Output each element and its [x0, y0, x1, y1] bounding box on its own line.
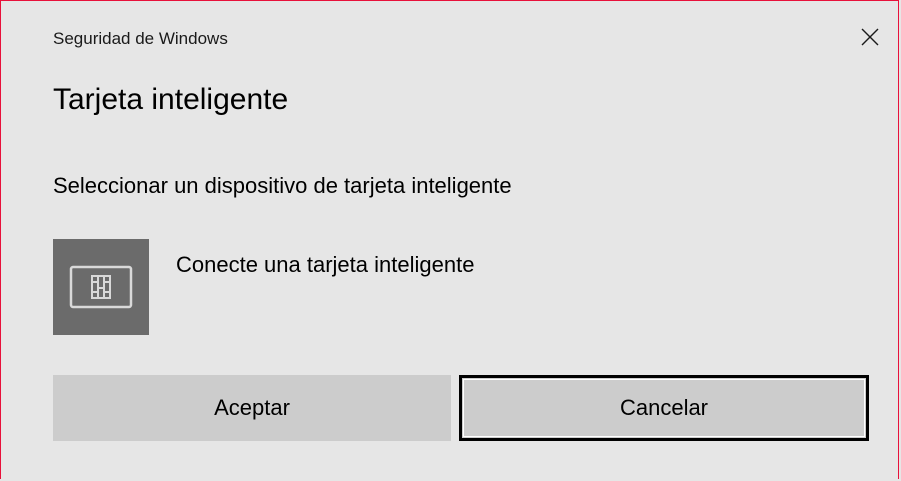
smart-card-tile [53, 239, 149, 335]
title-bar: Seguridad de Windows [1, 1, 898, 79]
cancel-button[interactable]: Cancelar [459, 375, 869, 441]
close-icon [861, 28, 879, 46]
dialog-heading: Tarjeta inteligente [53, 83, 289, 116]
security-dialog: Seguridad de Windows Tarjeta inteligente… [0, 0, 899, 479]
accept-button[interactable]: Aceptar [53, 375, 451, 441]
dialog-instruction: Seleccionar un dispositivo de tarjeta in… [53, 173, 512, 198]
smart-card-device-item[interactable]: Conecte una tarjeta inteligente [53, 239, 653, 335]
smart-card-device-label: Conecte una tarjeta inteligente [176, 252, 475, 277]
close-button[interactable] [854, 21, 886, 53]
focus-ring [463, 379, 865, 437]
app-title: Seguridad de Windows [53, 29, 228, 48]
